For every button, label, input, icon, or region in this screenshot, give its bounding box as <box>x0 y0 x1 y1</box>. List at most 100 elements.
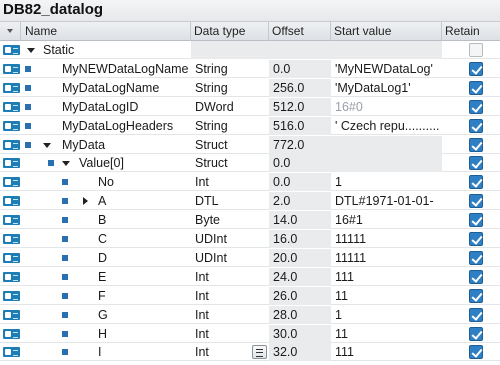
retain-checkbox[interactable] <box>469 345 483 359</box>
row-icon-cell <box>0 117 21 135</box>
start-value-cell[interactable]: 11111 <box>331 230 442 248</box>
header-name[interactable]: Name <box>21 22 191 41</box>
list-picker-icon[interactable] <box>252 345 267 359</box>
start-value-cell[interactable]: 111 <box>331 268 442 286</box>
retain-checkbox[interactable] <box>469 251 483 265</box>
header-data-type[interactable]: Data type <box>191 22 269 41</box>
name-cell[interactable]: H <box>21 325 191 343</box>
start-value-cell[interactable] <box>331 136 442 154</box>
table-row[interactable]: F Int 26.0 11 <box>0 287 500 305</box>
retain-checkbox[interactable] <box>469 119 483 133</box>
collapse-arrow-icon[interactable] <box>62 161 70 166</box>
data-type-cell[interactable]: UDInt <box>191 249 269 267</box>
expand-arrow-icon[interactable] <box>83 197 88 205</box>
name-cell[interactable]: E <box>21 268 191 286</box>
name-cell[interactable]: F <box>21 287 191 305</box>
data-type-cell[interactable]: DWord <box>191 98 269 116</box>
start-value-cell[interactable]: 16#1 <box>331 211 442 229</box>
data-type-cell[interactable]: UDInt <box>191 230 269 248</box>
retain-checkbox[interactable] <box>469 138 483 152</box>
table-row[interactable]: I Int 32.0 111 <box>0 343 500 361</box>
retain-checkbox[interactable] <box>469 175 483 189</box>
name-cell[interactable]: MyData <box>21 136 191 154</box>
name-cell[interactable]: D <box>21 249 191 267</box>
start-value-cell[interactable] <box>331 154 442 172</box>
offset-cell: 28.0 <box>269 306 331 324</box>
retain-checkbox[interactable] <box>469 270 483 284</box>
name-cell[interactable]: MyDataLogName <box>21 79 191 97</box>
name-cell[interactable]: B <box>21 211 191 229</box>
data-type-cell[interactable]: Byte <box>191 211 269 229</box>
start-value-cell[interactable]: 1 <box>331 173 442 191</box>
collapse-arrow-icon[interactable] <box>43 143 51 148</box>
name-cell[interactable]: I <box>21 343 191 361</box>
header-offset[interactable]: Offset <box>269 22 331 41</box>
name-cell[interactable]: MyNEWDataLogName <box>21 60 191 78</box>
data-type-cell[interactable]: Int <box>191 306 269 324</box>
start-value-cell[interactable]: 11111 <box>331 249 442 267</box>
data-type-cell[interactable]: String <box>191 79 269 97</box>
retain-checkbox[interactable] <box>469 100 483 114</box>
table-row[interactable]: MyDataLogHeaders String 516.0 ' Czech repu.… <box>0 117 500 135</box>
start-value-cell[interactable]: 16#0 <box>331 98 442 116</box>
start-value-cell[interactable]: DTL#1971-01-01- <box>331 192 442 210</box>
name-cell[interactable]: A <box>21 192 191 210</box>
row-icon-cell <box>0 249 21 267</box>
table-row[interactable]: D UDInt 20.0 11111 <box>0 249 500 267</box>
start-value-cell[interactable]: 'MyDataLog1' <box>331 79 442 97</box>
table-row[interactable]: A DTL 2.0 DTL#1971-01-01- <box>0 192 500 210</box>
table-row[interactable]: G Int 28.0 1 <box>0 306 500 324</box>
table-row[interactable]: No Int 0.0 1 <box>0 173 500 191</box>
data-type-cell[interactable] <box>191 41 269 59</box>
start-value-cell[interactable]: 'MyNEWDataLog' <box>331 60 442 78</box>
name-cell[interactable]: G <box>21 306 191 324</box>
header-start-value[interactable]: Start value <box>331 22 442 41</box>
data-type-cell[interactable]: Struct <box>191 136 269 154</box>
start-value-cell[interactable]: ' Czech repu.......... <box>331 117 442 135</box>
retain-checkbox[interactable] <box>469 308 483 322</box>
header-retain[interactable]: Retain <box>442 22 500 41</box>
retain-checkbox[interactable] <box>469 327 483 341</box>
table-row[interactable]: E Int 24.0 111 <box>0 268 500 286</box>
name-cell[interactable]: Static <box>21 41 191 59</box>
data-type-cell[interactable]: Int <box>191 325 269 343</box>
bullet-icon <box>62 179 68 185</box>
retain-checkbox[interactable] <box>469 62 483 76</box>
name-cell[interactable]: MyDataLogHeaders <box>21 117 191 135</box>
data-type-cell[interactable]: Int <box>191 173 269 191</box>
table-row[interactable]: MyNEWDataLogName String 0.0 'MyNEWDataLog' <box>0 60 500 78</box>
table-row[interactable]: MyDataLogName String 256.0 'MyDataLog1' <box>0 79 500 97</box>
retain-checkbox[interactable] <box>469 289 483 303</box>
retain-checkbox[interactable] <box>469 81 483 95</box>
start-value-cell[interactable]: 1 <box>331 306 442 324</box>
table-row[interactable]: B Byte 14.0 16#1 <box>0 211 500 229</box>
table-row[interactable]: C UDInt 16.0 11111 <box>0 230 500 248</box>
data-type-cell[interactable]: String <box>191 60 269 78</box>
data-type-cell[interactable]: Int <box>191 268 269 286</box>
header-sort-column[interactable] <box>0 22 21 41</box>
start-value-cell[interactable] <box>331 41 442 59</box>
data-type-cell[interactable]: DTL <box>191 192 269 210</box>
data-type-cell[interactable]: Struct <box>191 154 269 172</box>
retain-checkbox[interactable] <box>469 156 483 170</box>
table-row[interactable]: Value[0] Struct 0.0 <box>0 154 500 172</box>
start-value-cell[interactable]: 111 <box>331 343 442 361</box>
name-cell[interactable]: MyDataLogID <box>21 98 191 116</box>
data-type-cell[interactable]: String <box>191 117 269 135</box>
table-row[interactable]: H Int 30.0 11 <box>0 325 500 343</box>
start-value-cell[interactable]: 11 <box>331 287 442 305</box>
retain-checkbox[interactable] <box>469 213 483 227</box>
retain-checkbox[interactable] <box>469 232 483 246</box>
interface-icon <box>3 121 20 131</box>
table-row[interactable]: Static <box>0 41 500 59</box>
retain-checkbox[interactable] <box>469 194 483 208</box>
name-cell[interactable]: C <box>21 230 191 248</box>
retain-cell <box>442 343 500 361</box>
name-cell[interactable]: No <box>21 173 191 191</box>
table-row[interactable]: MyData Struct 772.0 <box>0 136 500 154</box>
name-cell[interactable]: Value[0] <box>21 154 191 172</box>
table-row[interactable]: MyDataLogID DWord 512.0 16#0 <box>0 98 500 116</box>
collapse-arrow-icon[interactable] <box>27 48 35 53</box>
data-type-cell[interactable]: Int <box>191 287 269 305</box>
start-value-cell[interactable]: 11 <box>331 325 442 343</box>
